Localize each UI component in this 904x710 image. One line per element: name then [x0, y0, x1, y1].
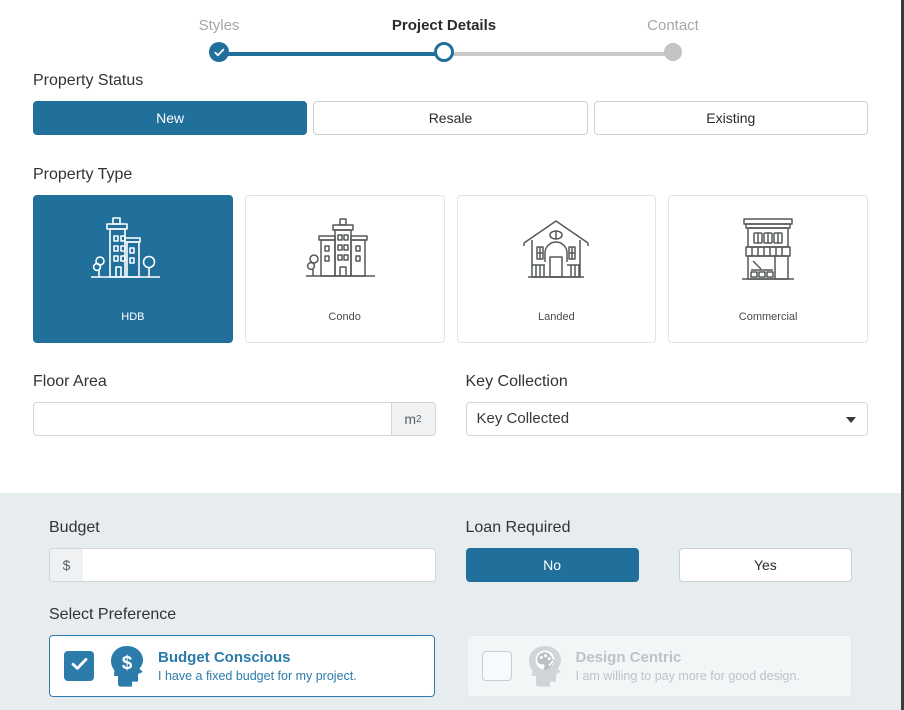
loan-required-option-no[interactable]: No: [465, 548, 639, 582]
apartment-buildings-icon: [86, 211, 180, 289]
loan-required-buttons: No Yes: [465, 548, 852, 582]
property-type-card-condo[interactable]: Condo: [244, 195, 445, 343]
step-label-project-details[interactable]: Project Details: [392, 17, 496, 34]
property-type-card-landed[interactable]: Landed: [456, 195, 657, 343]
loan-required-option-yes[interactable]: Yes: [678, 548, 852, 582]
preference-subtitle-budget-conscious: I have a fixed budget for my project.: [158, 668, 357, 683]
preference-text-design-centric: Design Centric I am willing to pay more …: [576, 648, 800, 685]
loan-required-group: Loan Required No Yes: [465, 519, 852, 582]
floor-area-label: Floor Area: [33, 373, 107, 390]
budget-input-group: $: [49, 548, 436, 582]
key-collection-group: Key Collection Key Collected: [465, 373, 868, 436]
preference-card-design-centric[interactable]: Design Centric I am willing to pay more …: [466, 635, 852, 697]
floor-area-unit-exponent: 2: [416, 413, 422, 425]
stepper-track-completed: [219, 52, 444, 56]
preference-text-budget-conscious: Budget Conscious I have a fixed budget f…: [158, 648, 357, 685]
property-status-option-new[interactable]: New: [33, 101, 308, 135]
check-icon: [213, 47, 225, 58]
select-preference-group: Select Preference $ Budget Conscious I h…: [49, 606, 852, 697]
house-icon: [520, 211, 592, 289]
key-collection-select[interactable]: Key Collected: [465, 402, 868, 436]
property-type-name-condo: Condo: [328, 311, 361, 323]
loan-required-label: Loan Required: [465, 519, 571, 536]
budget-loan-fields: Budget $ Loan Required No Yes: [49, 493, 852, 582]
property-type-name-commercial: Commercial: [738, 311, 798, 323]
step-label-styles[interactable]: Styles: [199, 17, 240, 34]
check-icon: [71, 657, 88, 676]
preference-subtitle-design-centric: I am willing to pay more for good design…: [575, 668, 800, 683]
floor-area-group: Floor Area m2: [33, 373, 436, 436]
floor-area-unit-addon: m2: [391, 402, 436, 436]
svg-text:$: $: [122, 653, 133, 674]
property-type-cards: HDB Condo Landed Commercial: [33, 195, 868, 343]
preference-checkbox-design-centric[interactable]: [481, 651, 512, 681]
floor-area-input[interactable]: [33, 402, 392, 436]
budget-preferences-panel: Budget $ Loan Required No Yes Select Pre…: [0, 493, 901, 710]
form-white-section: Property Status New Resale Existing Prop…: [0, 72, 901, 436]
preference-checkbox-budget-conscious[interactable]: [64, 651, 94, 681]
property-status-label: Property Status: [33, 72, 144, 89]
head-palette-icon: [526, 644, 564, 688]
currency-symbol-icon: $: [49, 548, 83, 582]
select-preference-label: Select Preference: [49, 606, 177, 623]
step-label-contact[interactable]: Contact: [647, 17, 699, 34]
property-type-name-hdb: HDB: [121, 311, 145, 323]
property-status-buttons: New Resale Existing: [33, 101, 868, 135]
preference-cards: $ Budget Conscious I have a fixed budget…: [49, 635, 852, 697]
head-dollar-icon: $: [108, 644, 146, 688]
step-marker-project-details[interactable]: [434, 42, 454, 62]
property-status-option-existing[interactable]: Existing: [593, 101, 868, 135]
measurement-fields: Floor Area m2 Key Collection Key Collect…: [33, 373, 868, 436]
stepper-labels: Styles Project Details Contact: [0, 0, 901, 44]
shophouse-icon: [735, 211, 801, 289]
property-type-label: Property Type: [33, 166, 133, 183]
floor-area-input-group: m2: [33, 402, 436, 436]
key-collection-label: Key Collection: [465, 373, 568, 390]
preference-title-design-centric: Design Centric: [575, 648, 682, 666]
budget-input[interactable]: [83, 548, 436, 582]
stepper-track-remaining: [444, 52, 673, 56]
budget-label: Budget: [49, 519, 100, 536]
property-status-group: Property Status New Resale Existing: [33, 72, 868, 135]
property-type-name-landed: Landed: [538, 311, 575, 323]
property-status-option-resale[interactable]: Resale: [313, 101, 588, 135]
project-details-form-page: Styles Project Details Contact Property …: [0, 0, 904, 710]
property-type-card-commercial[interactable]: Commercial: [668, 195, 868, 343]
step-marker-styles[interactable]: [209, 42, 229, 62]
property-type-card-hdb[interactable]: HDB: [33, 195, 233, 343]
step-marker-contact[interactable]: [664, 43, 682, 61]
property-type-group: Property Type HDB Condo Landed Commercia…: [33, 166, 868, 343]
preference-title-budget-conscious: Budget Conscious: [158, 648, 291, 666]
floor-area-unit: m: [404, 411, 417, 427]
preference-card-budget-conscious[interactable]: $ Budget Conscious I have a fixed budget…: [49, 635, 435, 697]
key-collection-select-wrap: Key Collected: [465, 402, 868, 436]
budget-group: Budget $: [49, 519, 436, 582]
condo-building-icon: [305, 211, 385, 289]
progress-stepper: Styles Project Details Contact: [0, 0, 901, 72]
